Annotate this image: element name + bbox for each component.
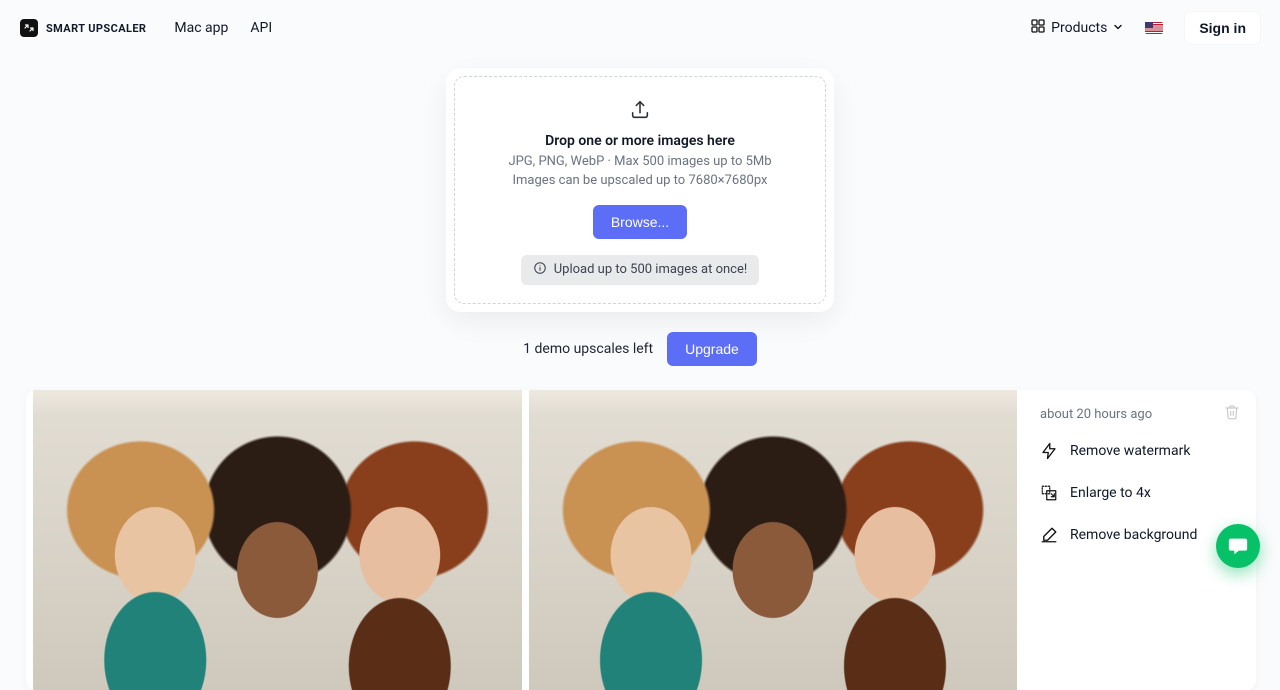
bulk-upload-text: Upload up to 500 images at once! [554,262,747,277]
upgrade-button[interactable]: Upgrade [667,332,757,366]
action-remove-background[interactable]: Remove background [1040,520,1240,550]
action-remove-watermark-label: Remove watermark [1070,443,1190,459]
bolt-icon [1040,442,1058,460]
chat-icon [1227,535,1249,557]
signin-button[interactable]: Sign in [1185,12,1260,44]
demo-row: 1 demo upscales left Upgrade [523,332,757,366]
bulk-upload-info: Upload up to 500 images at once! [521,255,759,285]
upload-card: Drop one or more images here JPG, PNG, W… [446,68,834,312]
dropzone-subtitle-2: Images can be upscaled up to 7680×7680px [513,172,768,191]
delete-result-button[interactable] [1224,404,1240,424]
enlarge-icon [1040,484,1058,502]
result-timestamp: about 20 hours ago [1040,407,1152,422]
result-card: about 20 hours ago Remove watermark Enla… [26,390,1256,690]
erase-icon [1040,526,1058,544]
chevron-down-icon [1113,20,1123,36]
brand-text: SMART UPSCALER [46,22,146,35]
result-image-upscaled[interactable] [529,390,1018,690]
upload-icon [629,99,651,125]
trash-icon [1224,404,1240,420]
products-menu[interactable]: Products [1031,19,1123,37]
info-icon [533,261,547,279]
products-label: Products [1051,20,1107,36]
action-enlarge-4x-label: Enlarge to 4x [1070,485,1151,501]
action-remove-watermark[interactable]: Remove watermark [1040,436,1240,466]
upscaler-logo-icon [20,19,38,37]
dropzone-subtitle-1: JPG, PNG, WebP · Max 500 images up to 5M… [508,153,771,172]
dropzone-title: Drop one or more images here [545,133,735,149]
action-enlarge-4x[interactable]: Enlarge to 4x [1040,478,1240,508]
app-header: SMART UPSCALER Mac app API Products Sign… [0,0,1280,56]
grid-icon [1031,19,1045,37]
nav-mac-app[interactable]: Mac app [174,20,228,36]
action-remove-background-label: Remove background [1070,527,1197,543]
dropzone[interactable]: Drop one or more images here JPG, PNG, W… [454,76,826,304]
result-image-original[interactable] [33,390,522,690]
support-chat-button[interactable] [1216,524,1260,568]
primary-nav: Mac app API [174,20,272,36]
browse-button[interactable]: Browse... [593,205,687,239]
brand[interactable]: SMART UPSCALER [20,19,146,37]
demo-remaining: 1 demo upscales left [523,341,653,357]
locale-flag-icon[interactable] [1145,22,1163,34]
nav-api[interactable]: API [250,20,272,36]
